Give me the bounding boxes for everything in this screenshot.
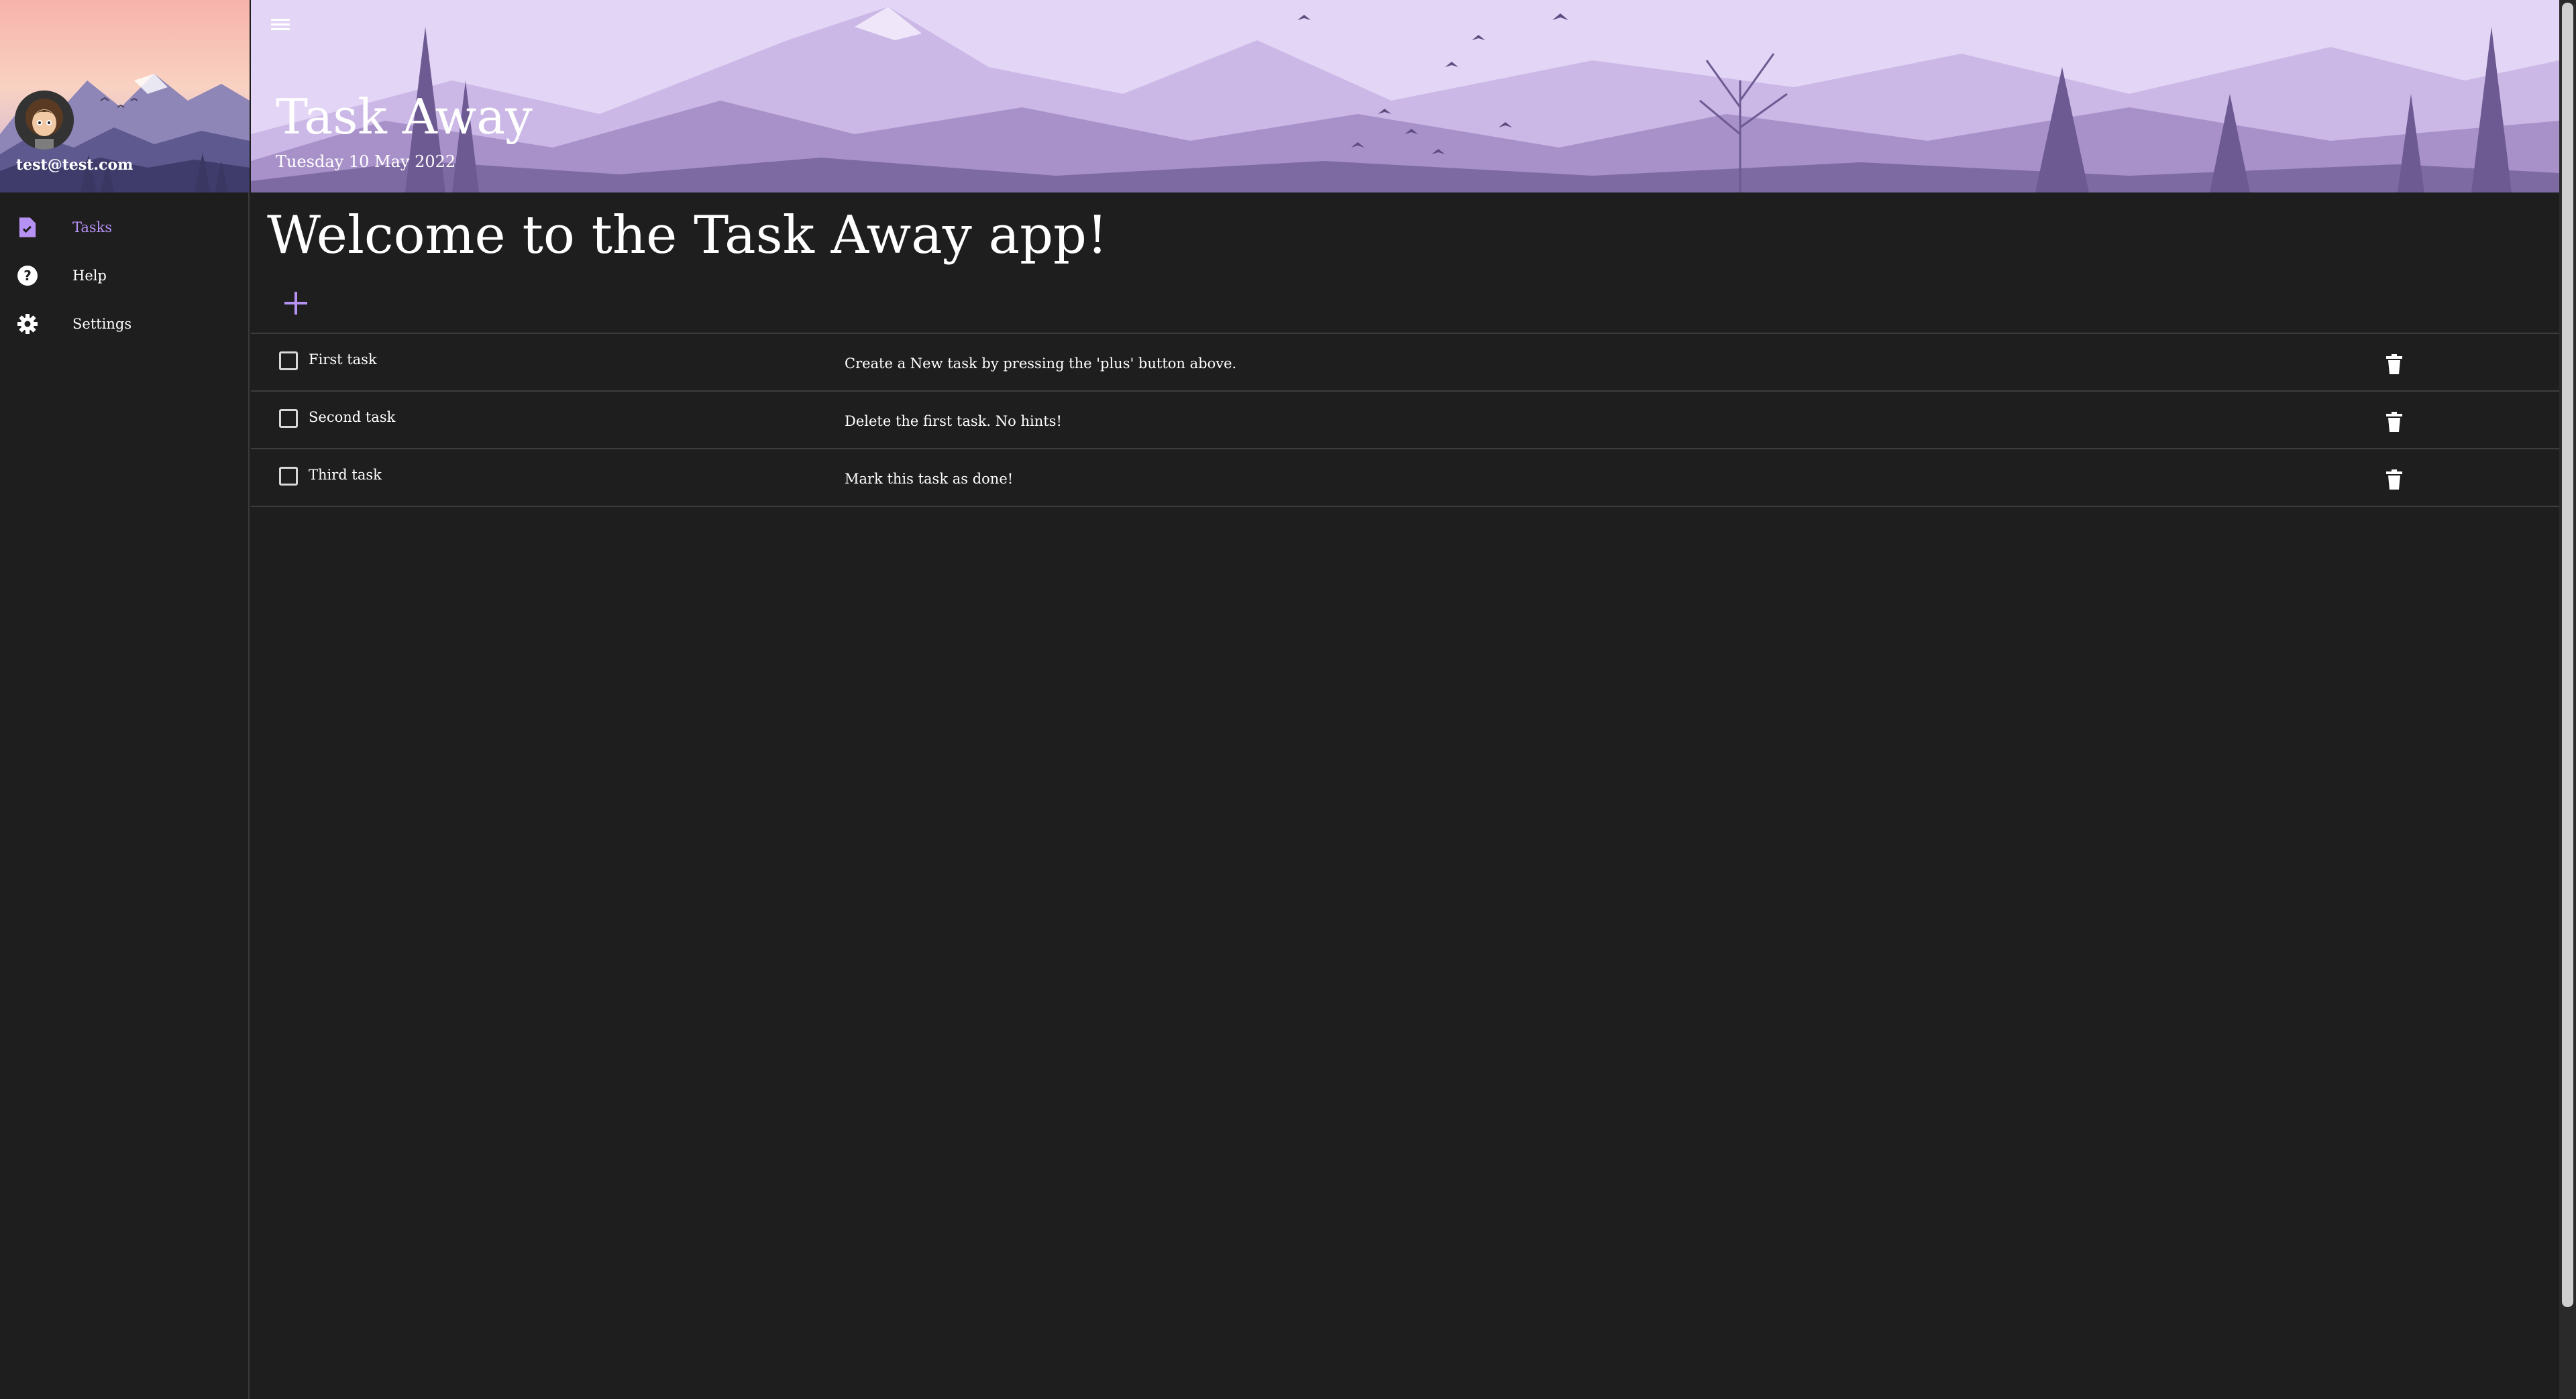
trash-icon xyxy=(2386,412,2402,432)
task-list: First task Create a New task by pressing… xyxy=(251,333,2559,507)
sidebar-item-label: Settings xyxy=(72,316,132,332)
main-content: Welcome to the Task Away app! First task… xyxy=(251,192,2559,1399)
menu-icon xyxy=(271,19,290,30)
task-checkbox[interactable] xyxy=(279,409,298,428)
gear-icon xyxy=(16,313,39,335)
task-title: Third task xyxy=(309,467,382,483)
sidebar-header: test@test.com xyxy=(0,0,250,192)
delete-task-button[interactable] xyxy=(2385,412,2403,432)
task-description: Delete the first task. No hints! xyxy=(845,413,1062,429)
task-checkbox[interactable] xyxy=(279,467,298,486)
sidebar-item-label: Help xyxy=(72,268,107,284)
add-task-button[interactable] xyxy=(280,288,311,319)
task-icon xyxy=(16,216,39,239)
page-title: Welcome to the Task Away app! xyxy=(267,205,1108,266)
task-title: Second task xyxy=(309,409,396,425)
header-banner: Task Away Tuesday 10 May 2022 xyxy=(251,0,2559,192)
scrollbar[interactable] xyxy=(2559,0,2576,1399)
mountain-scene-background xyxy=(251,0,2559,192)
user-email: test@test.com xyxy=(16,156,133,174)
svg-text:?: ? xyxy=(23,268,32,284)
sidebar: test@test.com Tasks ? Help Settings xyxy=(0,0,250,1399)
task-row: First task Create a New task by pressing… xyxy=(251,333,2559,390)
trash-icon xyxy=(2386,354,2402,374)
plus-icon xyxy=(284,292,307,315)
task-title: First task xyxy=(309,351,377,368)
sidebar-item-label: Tasks xyxy=(72,219,113,235)
scrollbar-thumb[interactable] xyxy=(2562,3,2573,1307)
sidebar-nav: Tasks ? Help Settings xyxy=(0,203,248,348)
sidebar-item-settings[interactable]: Settings xyxy=(0,300,248,348)
sidebar-item-help[interactable]: ? Help xyxy=(0,251,248,300)
app-title: Task Away xyxy=(276,89,533,145)
menu-button[interactable] xyxy=(268,15,292,35)
app-date: Tuesday 10 May 2022 xyxy=(276,152,456,171)
avatar[interactable] xyxy=(15,91,74,150)
task-row: Third task Mark this task as done! xyxy=(251,448,2559,507)
task-checkbox[interactable] xyxy=(279,351,298,370)
delete-task-button[interactable] xyxy=(2385,469,2403,490)
task-description: Create a New task by pressing the 'plus'… xyxy=(845,355,1237,372)
delete-task-button[interactable] xyxy=(2385,354,2403,374)
trash-icon xyxy=(2386,469,2402,490)
task-description: Mark this task as done! xyxy=(845,471,1014,487)
task-row: Second task Delete the first task. No hi… xyxy=(251,390,2559,448)
help-icon: ? xyxy=(16,264,39,287)
sidebar-item-tasks[interactable]: Tasks xyxy=(0,203,248,251)
avatar-image xyxy=(15,91,74,150)
